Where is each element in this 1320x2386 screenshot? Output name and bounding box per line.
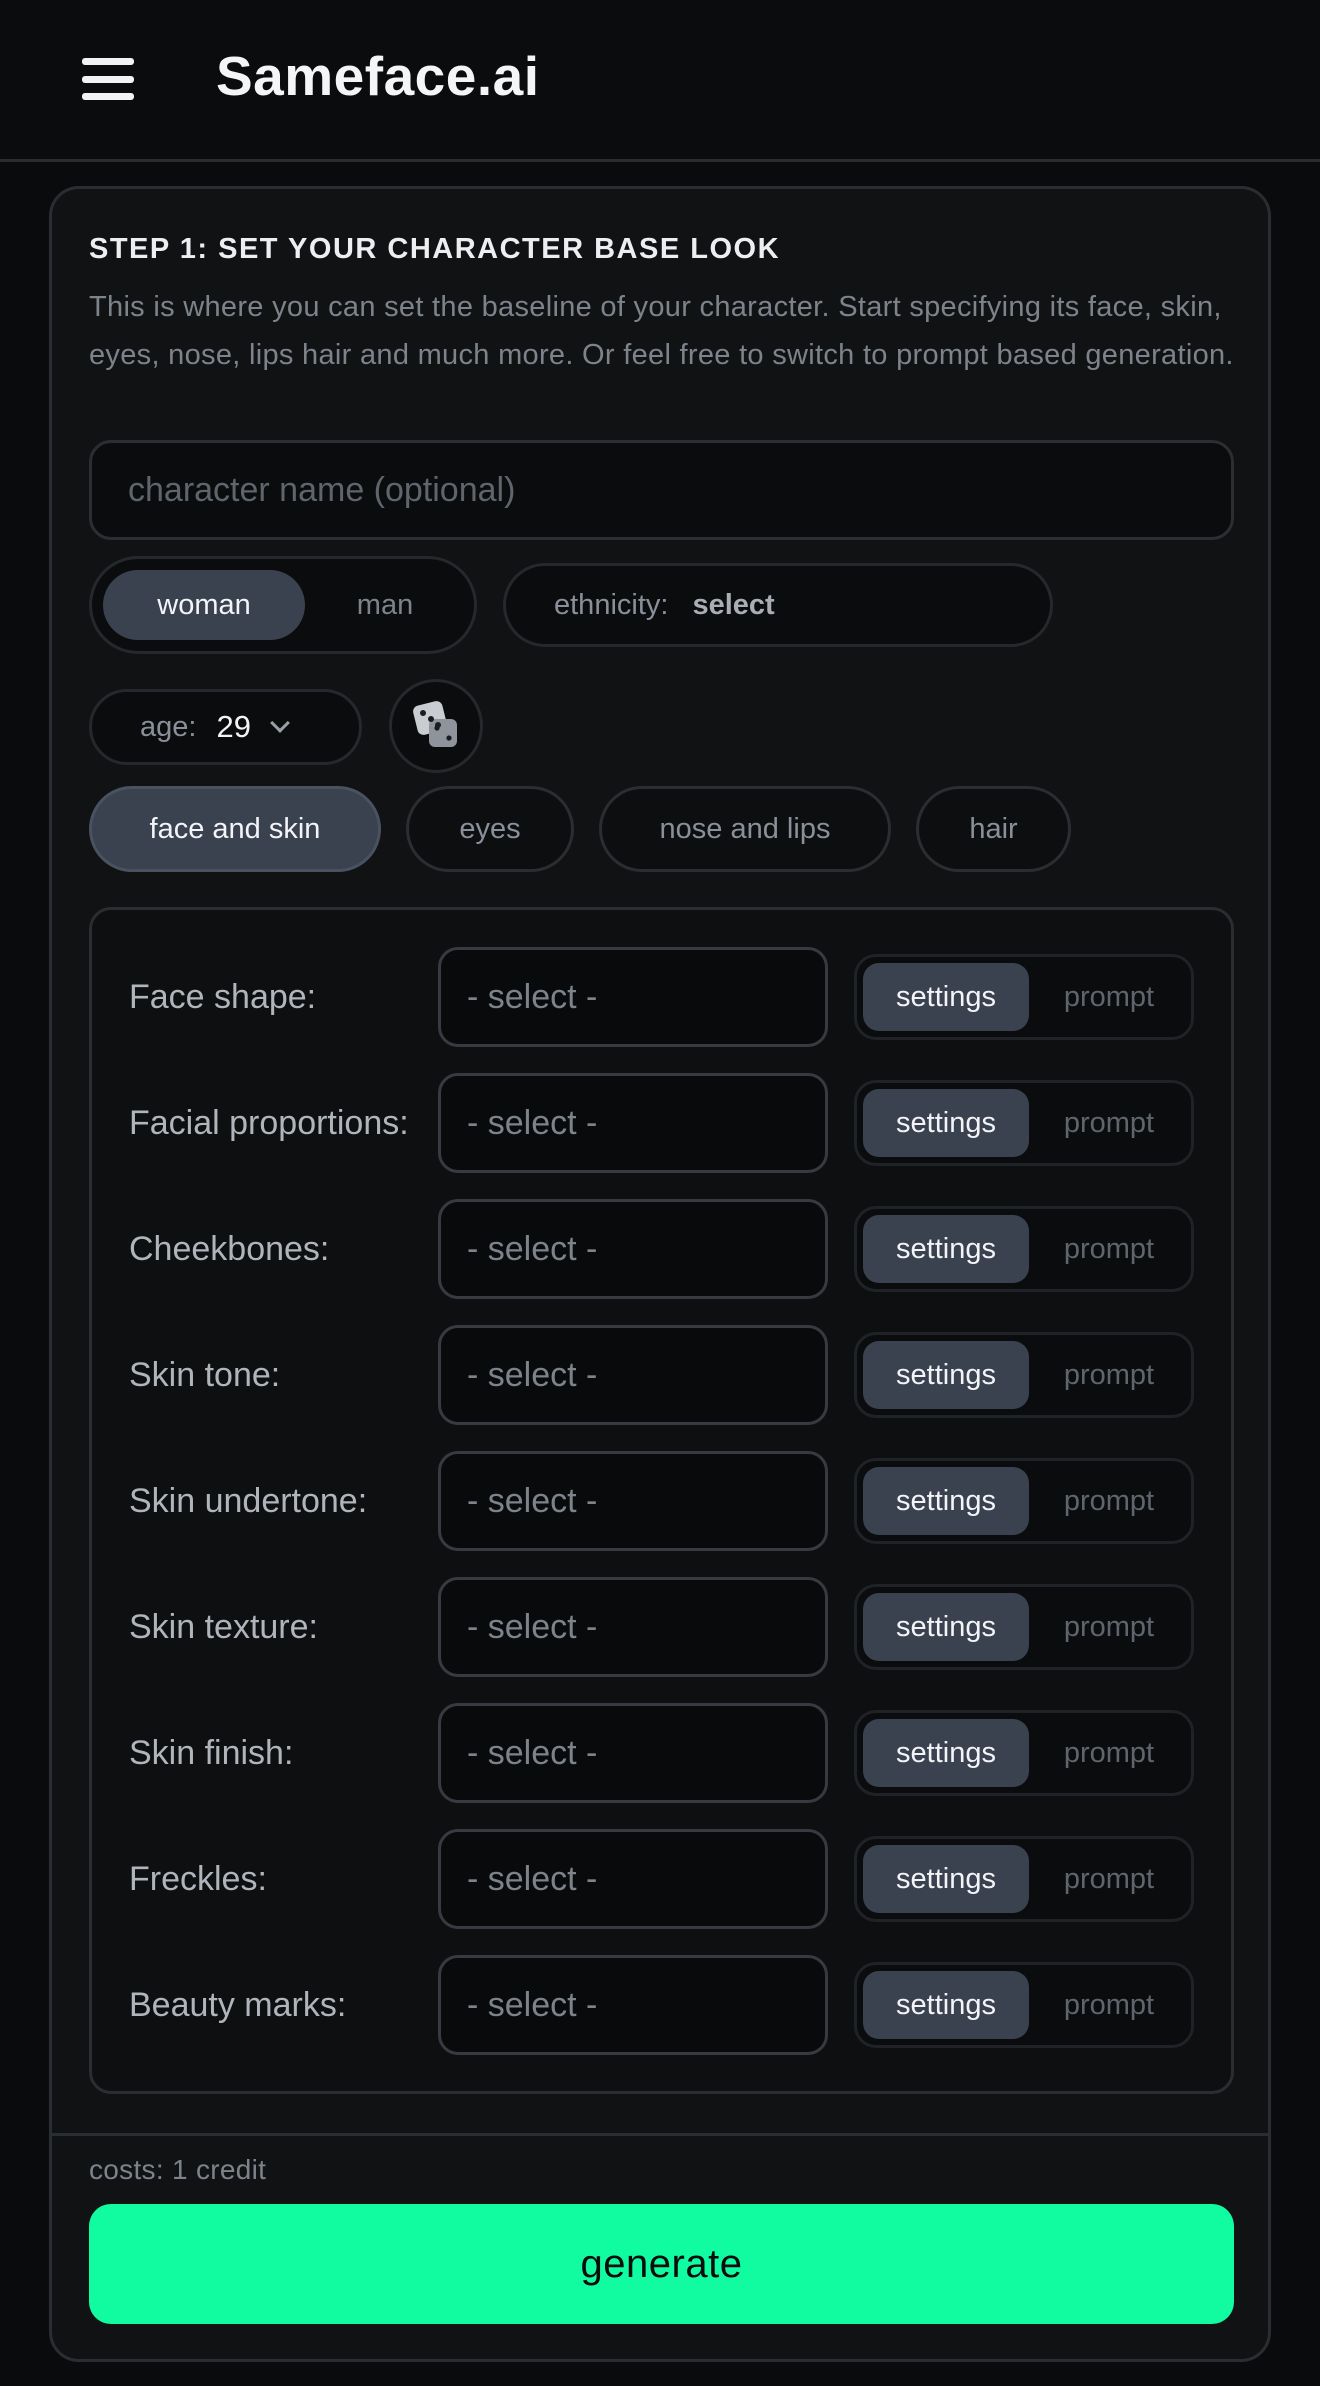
attribute-label: Face shape: (129, 978, 317, 1016)
character-base-card: STEP 1: SET YOUR CHARACTER BASE LOOK Thi… (49, 186, 1271, 2362)
mode-settings-button[interactable]: settings (863, 1215, 1029, 1283)
ethnicity-value: select (692, 588, 775, 621)
age-value: 29 (216, 709, 251, 744)
beauty-marks-select[interactable]: - select - (438, 1955, 828, 2055)
top-bar: Sameface.ai (0, 0, 1320, 162)
mode-toggle: settings prompt (854, 1458, 1194, 1544)
skin-texture-select[interactable]: - select - (438, 1577, 828, 1677)
mode-toggle: settings prompt (854, 1962, 1194, 2048)
tab-hair[interactable]: hair (916, 786, 1071, 872)
attribute-row-face-shape: Face shape: - select - settings prompt (92, 947, 1237, 1047)
mode-prompt-button[interactable]: prompt (1029, 963, 1189, 1031)
ethnicity-label: ethnicity: (554, 588, 669, 621)
gender-toggle: woman man (89, 556, 477, 654)
age-select[interactable]: age: 29 (89, 689, 362, 765)
mode-toggle: settings prompt (854, 1710, 1194, 1796)
gender-option-man[interactable]: man (305, 570, 465, 640)
app-title: Sameface.ai (216, 45, 540, 107)
step-title: STEP 1: SET YOUR CHARACTER BASE LOOK (89, 233, 781, 265)
skin-finish-select[interactable]: - select - (438, 1703, 828, 1803)
attribute-row-skin-tone: Skin tone: - select - settings prompt (92, 1325, 1237, 1425)
mode-toggle: settings prompt (854, 1080, 1194, 1166)
attribute-row-skin-finish: Skin finish: - select - settings prompt (92, 1703, 1237, 1803)
attribute-row-skin-texture: Skin texture: - select - settings prompt (92, 1577, 1237, 1677)
attribute-label: Skin undertone: (129, 1482, 368, 1520)
cheekbones-select[interactable]: - select - (438, 1199, 828, 1299)
mode-prompt-button[interactable]: prompt (1029, 1467, 1189, 1535)
mode-toggle: settings prompt (854, 1206, 1194, 1292)
attribute-row-freckles: Freckles: - select - settings prompt (92, 1829, 1237, 1929)
mode-settings-button[interactable]: settings (863, 1719, 1029, 1787)
mode-prompt-button[interactable]: prompt (1029, 1845, 1189, 1913)
face-and-skin-panel: Face shape: - select - settings prompt F… (89, 907, 1234, 2094)
attribute-row-skin-undertone: Skin undertone: - select - settings prom… (92, 1451, 1237, 1551)
attribute-row-facial-proportions: Facial proportions: - select - settings … (92, 1073, 1237, 1173)
mode-prompt-button[interactable]: prompt (1029, 1719, 1189, 1787)
footer-divider (52, 2133, 1268, 2136)
mode-settings-button[interactable]: settings (863, 963, 1029, 1031)
mode-settings-button[interactable]: settings (863, 1089, 1029, 1157)
hamburger-menu-icon[interactable] (82, 58, 134, 100)
mode-toggle: settings prompt (854, 1584, 1194, 1670)
attribute-row-beauty-marks: Beauty marks: - select - settings prompt (92, 1955, 1237, 2055)
face-shape-select[interactable]: - select - (438, 947, 828, 1047)
attribute-label: Skin tone: (129, 1356, 281, 1394)
chevron-down-icon (270, 713, 290, 733)
mode-toggle: settings prompt (854, 954, 1194, 1040)
mode-prompt-button[interactable]: prompt (1029, 1089, 1189, 1157)
age-label: age: (140, 710, 197, 743)
attribute-row-cheekbones: Cheekbones: - select - settings prompt (92, 1199, 1237, 1299)
attribute-label: Skin finish: (129, 1734, 294, 1772)
mode-settings-button[interactable]: settings (863, 1467, 1029, 1535)
freckles-select[interactable]: - select - (438, 1829, 828, 1929)
cost-label: costs: 1 credit (89, 2154, 267, 2185)
generate-button[interactable]: generate (89, 2204, 1234, 2324)
gender-option-woman[interactable]: woman (103, 570, 305, 640)
mode-prompt-button[interactable]: prompt (1029, 1341, 1189, 1409)
step-description: This is where you can set the baseline o… (89, 291, 1234, 371)
skin-tone-select[interactable]: - select - (438, 1325, 828, 1425)
attribute-label: Freckles: (129, 1860, 267, 1898)
attribute-label: Cheekbones: (129, 1230, 330, 1268)
mode-toggle: settings prompt (854, 1332, 1194, 1418)
attribute-label: Beauty marks: (129, 1986, 347, 2024)
attribute-label: Facial proportions: (129, 1104, 409, 1142)
mode-prompt-button[interactable]: prompt (1029, 1971, 1189, 2039)
mode-toggle: settings prompt (854, 1836, 1194, 1922)
mode-settings-button[interactable]: settings (863, 1593, 1029, 1661)
skin-undertone-select[interactable]: - select - (438, 1451, 828, 1551)
tab-face-and-skin[interactable]: face and skin (89, 786, 381, 872)
mode-settings-button[interactable]: settings (863, 1845, 1029, 1913)
attribute-label: Skin texture: (129, 1608, 318, 1646)
character-name-input[interactable] (89, 440, 1234, 540)
tab-nose-and-lips[interactable]: nose and lips (599, 786, 891, 872)
mode-settings-button[interactable]: settings (863, 1341, 1029, 1409)
mode-prompt-button[interactable]: prompt (1029, 1593, 1189, 1661)
mode-settings-button[interactable]: settings (863, 1971, 1029, 2039)
facial-proportions-select[interactable]: - select - (438, 1073, 828, 1173)
mode-prompt-button[interactable]: prompt (1029, 1215, 1189, 1283)
dice-icon (413, 701, 457, 747)
tab-eyes[interactable]: eyes (406, 786, 574, 872)
ethnicity-select[interactable]: ethnicity: select (503, 563, 1053, 647)
randomize-button[interactable] (389, 679, 483, 773)
